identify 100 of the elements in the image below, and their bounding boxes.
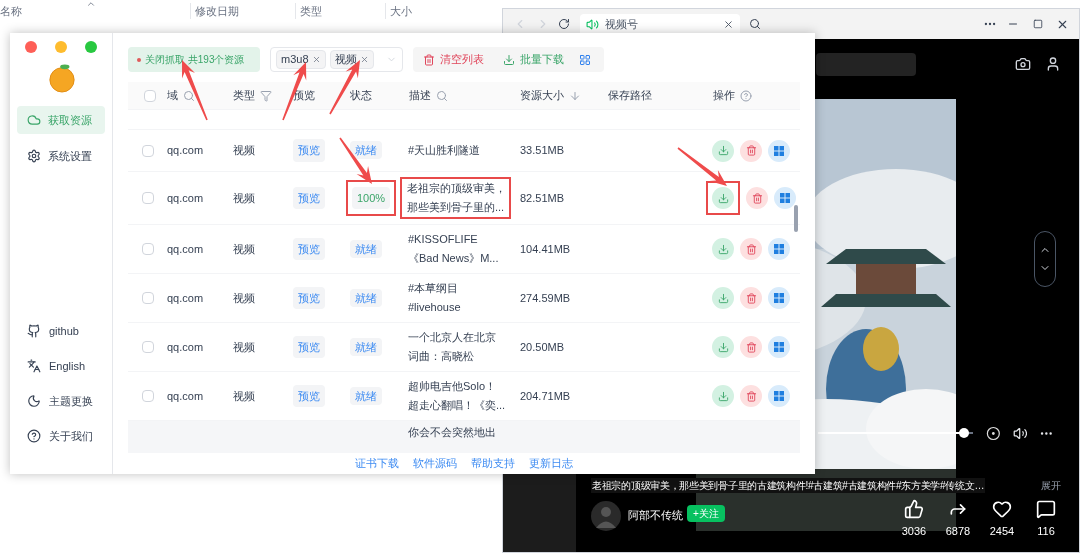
stat-count: 2454 — [989, 524, 1015, 539]
download-button[interactable] — [712, 385, 734, 407]
open-button[interactable] — [768, 139, 790, 162]
cloud-icon — [27, 113, 41, 127]
domain: qq.com — [167, 340, 204, 353]
checkbox[interactable] — [142, 144, 154, 157]
preview-button[interactable]: 预览 — [293, 335, 325, 359]
footer-link[interactable]: 帮助支持 — [471, 455, 515, 472]
column-header: 操作 — [713, 88, 735, 104]
search-field[interactable] — [816, 52, 916, 76]
description: #天山胜利隧道 — [408, 143, 482, 158]
size: 274.59MB — [520, 291, 571, 304]
camera-icon[interactable] — [1015, 56, 1031, 72]
comment-icon[interactable] — [1036, 499, 1056, 519]
size: 82.51MB — [520, 191, 565, 204]
preview-button[interactable]: 预览 — [293, 237, 325, 261]
footer-link[interactable]: 证书下载 — [355, 455, 399, 472]
preview-button[interactable]: 预览 — [293, 286, 325, 310]
download-button[interactable] — [712, 287, 734, 309]
heart-icon[interactable] — [992, 499, 1012, 519]
grid-icon[interactable] — [579, 53, 591, 66]
expand-link[interactable]: 展开 — [1041, 478, 1061, 493]
batch-download-button[interactable]: 批量下载 — [493, 51, 579, 68]
user-icon[interactable] — [1045, 56, 1061, 72]
download-icon — [717, 192, 729, 204]
thumbs-up-icon[interactable] — [904, 499, 924, 519]
download-button[interactable] — [712, 336, 734, 358]
delete-button[interactable] — [740, 385, 762, 407]
clear-list-button[interactable]: 清空列表 — [413, 51, 493, 68]
column-header: 保存路径 — [608, 88, 652, 104]
search-icon[interactable] — [749, 18, 761, 30]
checkbox[interactable] — [142, 390, 154, 402]
checkbox[interactable] — [142, 192, 154, 204]
domain: qq.com — [167, 291, 204, 304]
status-tag: 就绪 — [350, 337, 382, 356]
nav-item[interactable]: 系统设置 — [17, 142, 105, 170]
help-icon — [740, 89, 752, 102]
download-button[interactable] — [712, 187, 734, 209]
close-icon[interactable] — [723, 18, 734, 30]
preview-button[interactable]: 预览 — [293, 384, 325, 408]
author-name[interactable]: 阿部不传统 — [628, 507, 683, 524]
status-tag: 就绪 — [350, 288, 382, 307]
preview-button[interactable]: 预览 — [293, 139, 325, 162]
nav-item[interactable]: 获取资源 — [17, 106, 105, 134]
domain: qq.com — [167, 389, 204, 402]
reload-icon[interactable] — [558, 18, 570, 30]
sidebar-link[interactable]: github — [27, 321, 112, 341]
column-header[interactable]: 类型 — [300, 4, 322, 17]
download-icon — [717, 390, 729, 402]
stat-count: 116 — [1037, 524, 1055, 539]
checkbox[interactable] — [142, 243, 154, 255]
type: 视频 — [233, 340, 255, 353]
delete-button[interactable] — [740, 238, 762, 260]
footer-link[interactable]: 更新日志 — [529, 455, 573, 472]
sidebar-link[interactable]: 主题更换 — [27, 391, 112, 411]
delete-button[interactable] — [740, 287, 762, 309]
scrollbar[interactable] — [794, 205, 798, 232]
sidebar-link[interactable]: 关于我们 — [27, 426, 112, 446]
column-header: 类型 — [233, 88, 255, 104]
delete-button[interactable] — [740, 139, 762, 162]
domain: qq.com — [167, 242, 204, 255]
filter-tag[interactable]: m3u8 — [276, 50, 326, 69]
download-button[interactable] — [712, 139, 734, 162]
column-header[interactable]: 修改日期 — [195, 4, 239, 17]
size: 33.51MB — [520, 144, 565, 157]
delete-button[interactable] — [740, 336, 762, 358]
windows-icon — [774, 244, 784, 254]
filter-tag[interactable]: 视频 — [329, 50, 374, 69]
sort-icon[interactable] — [569, 89, 581, 102]
delete-button[interactable] — [746, 187, 768, 209]
progress-thumb[interactable] — [958, 428, 969, 438]
checkbox[interactable] — [142, 341, 154, 353]
download-button[interactable] — [712, 238, 734, 260]
windows-icon — [774, 293, 784, 303]
open-button[interactable] — [774, 187, 796, 209]
avatar[interactable] — [591, 501, 621, 531]
footer-link[interactable]: 软件源码 — [413, 455, 457, 472]
open-button[interactable] — [768, 287, 790, 309]
checkbox[interactable] — [142, 292, 154, 304]
preview-button[interactable]: 预览 — [293, 186, 325, 210]
column-header[interactable]: 名称 — [0, 2, 22, 20]
size: 204.71MB — [520, 389, 571, 402]
windows-icon — [774, 391, 784, 401]
open-button[interactable] — [768, 238, 790, 260]
remove-icon[interactable] — [311, 55, 321, 64]
filter-select[interactable]: m3u8 视频 — [270, 47, 403, 72]
remove-icon[interactable] — [359, 55, 369, 64]
playback-speed-icon[interactable] — [985, 425, 1001, 441]
maximize-icon[interactable] — [1033, 19, 1043, 29]
open-button[interactable] — [768, 385, 790, 407]
open-button[interactable] — [768, 336, 790, 358]
description: #本草纲目 #livehouse — [408, 281, 462, 315]
checkbox[interactable] — [144, 89, 156, 102]
sidebar-link[interactable]: English — [27, 356, 112, 376]
volume-icon[interactable] — [1012, 425, 1028, 441]
filter-icon[interactable] — [260, 89, 272, 102]
search-icon[interactable] — [183, 89, 195, 102]
trash-icon — [745, 145, 757, 156]
browser-tab[interactable]: 视频号 — [580, 14, 740, 34]
column-header[interactable]: 大小 — [390, 4, 412, 17]
